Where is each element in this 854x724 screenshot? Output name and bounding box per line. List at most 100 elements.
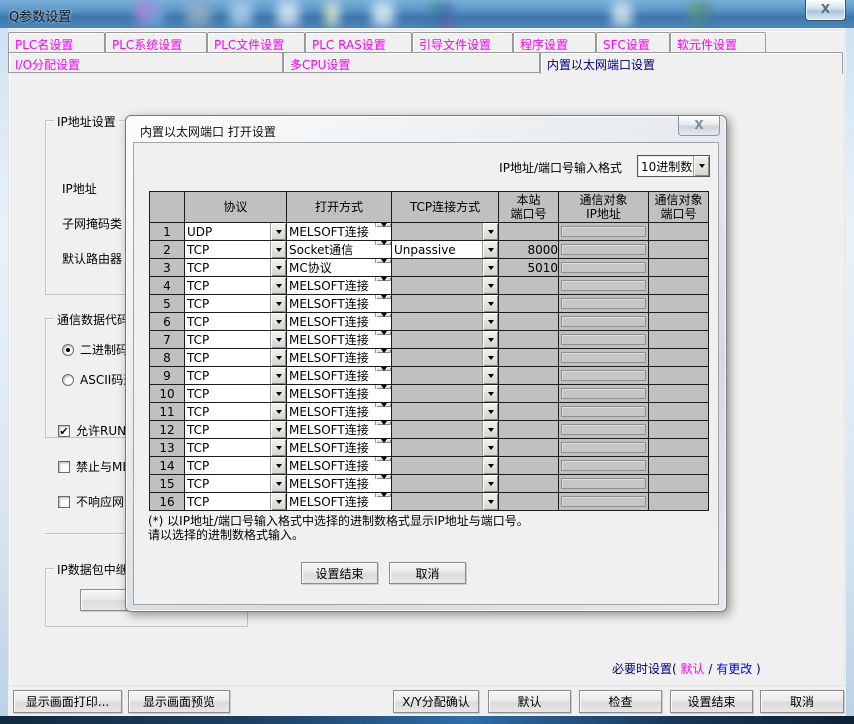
dialog-cancel-button[interactable]: 取消 [389,562,466,584]
dropdown-arrow-button[interactable] [375,385,391,389]
dropdown-arrow-button[interactable] [270,313,286,330]
open-method-dropdown[interactable]: MELSOFT连接 [287,439,391,456]
dropdown-arrow-button[interactable] [375,331,391,335]
cancel-button[interactable]: 取消 [760,690,844,713]
local-port-cell[interactable]: 5010 [499,259,559,277]
dropdown-arrow-button[interactable] [270,493,286,510]
tcp-connection-dropdown[interactable] [392,367,498,384]
dropdown-arrow-button[interactable] [270,259,286,276]
tab-io-assignment[interactable]: I/O分配设置 [8,52,283,73]
row-number-cell[interactable]: 1 [150,223,185,241]
open-method-dropdown[interactable]: MELSOFT连接 [287,421,391,438]
dropdown-arrow-button[interactable] [270,457,286,474]
dropdown-arrow-button[interactable] [270,475,286,492]
protocol-dropdown[interactable]: TCP [185,277,286,294]
open-method-dropdown[interactable]: MELSOFT连接 [287,475,391,492]
dropdown-arrow-button[interactable] [375,259,391,263]
dropdown-arrow-button[interactable] [375,349,391,353]
allow-run-checkbox[interactable]: ✔ 允许RUN [58,422,126,439]
dropdown-arrow-button[interactable] [482,403,498,420]
binary-code-radio[interactable]: 二进制码 [62,341,128,358]
dropdown-arrow-button[interactable] [375,439,391,443]
tcp-connection-dropdown[interactable] [392,349,498,366]
tcp-connection-dropdown[interactable] [392,277,498,294]
tcp-connection-dropdown[interactable] [392,385,498,402]
dropdown-arrow-button[interactable] [375,241,391,245]
dropdown-arrow-button[interactable] [270,421,286,438]
setting-finish-button[interactable]: 设置结束 [670,690,753,713]
protocol-dropdown[interactable]: TCP [185,313,286,330]
protocol-dropdown[interactable]: TCP [185,349,286,366]
xy-assignment-confirm-button[interactable]: X/Y分配确认 [393,690,479,713]
open-method-dropdown[interactable]: MELSOFT连接 [287,313,391,330]
open-method-dropdown[interactable]: MELSOFT连接 [287,277,391,294]
protocol-dropdown[interactable]: TCP [185,475,286,492]
dropdown-arrow-button[interactable] [375,313,391,317]
row-number-cell[interactable]: 6 [150,313,185,331]
no-response-checkbox[interactable]: 不响应网 [58,493,124,510]
open-method-dropdown[interactable]: MELSOFT连接 [287,457,391,474]
tcp-connection-dropdown[interactable] [392,403,498,420]
dropdown-arrow-button[interactable] [375,421,391,425]
row-number-cell[interactable]: 7 [150,331,185,349]
open-method-dropdown[interactable]: MELSOFT连接 [287,349,391,366]
dropdown-arrow-button[interactable] [482,223,498,240]
dropdown-arrow-button[interactable] [482,295,498,312]
dropdown-arrow-button[interactable] [375,367,391,371]
open-method-dropdown[interactable]: MELSOFT连接 [287,331,391,348]
tab-plc-name[interactable]: PLC名设置 [8,32,105,53]
dropdown-arrow-button[interactable] [375,277,391,281]
row-number-cell[interactable]: 9 [150,367,185,385]
dropdown-arrow-button[interactable] [482,331,498,348]
window-close-button[interactable]: X [805,0,846,21]
dropdown-arrow-button[interactable] [270,223,286,240]
tab-plc-ras[interactable]: PLC RAS设置 [305,32,412,53]
row-number-cell[interactable]: 13 [150,439,185,457]
open-method-dropdown[interactable]: MELSOFT连接 [287,403,391,420]
dropdown-arrow-button[interactable] [482,259,498,276]
dropdown-arrow-button[interactable] [482,349,498,366]
dropdown-arrow-button[interactable] [375,403,391,407]
dropdown-arrow-button[interactable] [270,367,286,384]
dropdown-arrow-button[interactable] [375,295,391,299]
tab-ethernet-port[interactable]: 内置以太网端口设置 [540,52,843,74]
dropdown-arrow-button[interactable] [482,421,498,438]
tab-plc-file[interactable]: PLC文件设置 [207,32,305,53]
row-number-cell[interactable]: 12 [150,421,185,439]
tcp-connection-dropdown[interactable]: Unpassive [392,241,498,258]
tab-multi-cpu[interactable]: 多CPU设置 [283,52,540,73]
dropdown-arrow-button[interactable] [375,493,391,497]
prohibit-melsoft-checkbox[interactable]: 禁止与ME [58,458,130,475]
protocol-dropdown[interactable]: TCP [185,241,286,258]
dialog-close-button[interactable]: X [678,116,720,136]
open-method-dropdown[interactable]: MELSOFT连接 [287,223,391,240]
dropdown-arrow-button[interactable] [270,277,286,294]
input-format-dropdown[interactable]: 10进制数 [637,155,710,177]
dropdown-arrow-button[interactable] [270,385,286,402]
dropdown-arrow-button[interactable] [482,493,498,510]
open-method-dropdown[interactable]: MELSOFT连接 [287,493,391,510]
row-number-cell[interactable]: 11 [150,403,185,421]
dropdown-arrow-button[interactable] [375,223,391,227]
default-button[interactable]: 默认 [488,690,571,713]
protocol-dropdown[interactable]: TCP [185,493,286,510]
open-method-dropdown[interactable]: MC协议 [287,259,391,276]
dropdown-arrow-button[interactable] [270,295,286,312]
dropdown-arrow-button[interactable] [482,241,498,258]
protocol-dropdown[interactable]: TCP [185,367,286,384]
tcp-connection-dropdown[interactable] [392,295,498,312]
dropdown-arrow-button[interactable] [482,385,498,402]
open-method-dropdown[interactable]: Socket通信 [287,241,391,258]
protocol-dropdown[interactable]: TCP [185,295,286,312]
protocol-dropdown[interactable]: TCP [185,259,286,276]
dropdown-arrow-button[interactable] [270,349,286,366]
dialog-setting-finish-button[interactable]: 设置结束 [301,562,378,584]
dropdown-arrow-button[interactable] [270,403,286,420]
dropdown-arrow-button[interactable] [482,313,498,330]
tcp-connection-dropdown[interactable] [392,475,498,492]
open-method-dropdown[interactable]: MELSOFT连接 [287,295,391,312]
dropdown-arrow-button[interactable] [270,241,286,258]
tab-boot-file[interactable]: 引导文件设置 [412,32,513,53]
preview-screen-button[interactable]: 显示画面预览 [128,690,230,713]
tcp-connection-dropdown[interactable] [392,331,498,348]
